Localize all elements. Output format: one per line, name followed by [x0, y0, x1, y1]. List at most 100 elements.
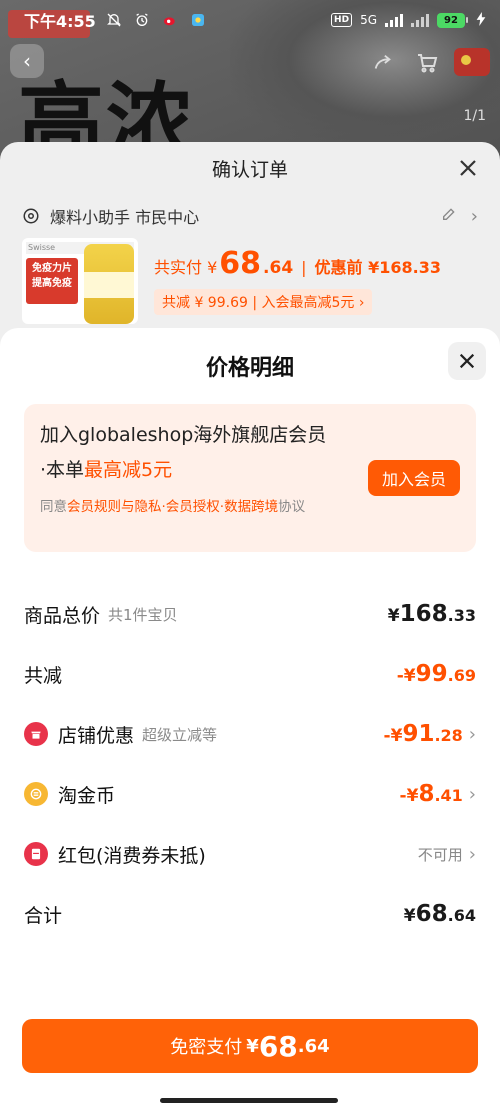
- value-currency: -¥: [399, 786, 419, 806]
- share-icon[interactable]: [368, 48, 398, 78]
- pay-dec: .64: [297, 1035, 330, 1057]
- value-int: 8: [418, 781, 435, 807]
- battery-level: 92: [437, 12, 465, 28]
- chevron-right-icon: ›: [468, 723, 476, 745]
- join-member-button[interactable]: 加入会员: [368, 460, 460, 496]
- member-promo-card: 加入globaleshop海外旗舰店会员 ·本单最高减5元 加入会员 同意会员规…: [24, 404, 476, 552]
- order-price-prefix: 共实付 ¥: [154, 258, 218, 277]
- product-bottle-label: [84, 272, 134, 298]
- edit-icon[interactable]: [441, 206, 457, 226]
- pay-button[interactable]: 免密支付 ¥ 68 .64: [22, 1019, 478, 1073]
- order-header: 确认订单: [0, 142, 500, 194]
- row-sublabel: 共1件宝贝: [108, 605, 178, 624]
- row-shop-discount[interactable]: 店铺优惠 超级立减等 -¥ 91.28 ›: [0, 704, 500, 764]
- value-dec: .28: [434, 726, 463, 745]
- order-price-line: 共实付 ¥ 68 .64 | 优惠前 ¥168.33: [154, 246, 441, 281]
- address-row[interactable]: 爆料小助手 市民中心 ›: [0, 194, 500, 238]
- order-price-dec: .64: [263, 258, 294, 278]
- row-sum: 合计 ¥68.64: [0, 884, 500, 944]
- row-label: 红包(消费券未抵): [58, 844, 206, 867]
- order-saving-tag[interactable]: 共减 ¥ 99.69 | 入会最高减5元 ›: [154, 289, 373, 315]
- price-rows: 商品总价 共1件宝贝 ¥168.33 共减 -¥ 99.69 店铺优惠 超级立减等…: [0, 584, 500, 944]
- value-dec: .69: [447, 666, 476, 685]
- status-notification-icons: [104, 10, 208, 30]
- value-currency: -¥: [396, 666, 416, 686]
- member-promo-prefix: ·本单: [40, 459, 85, 481]
- agreement-suffix: 协议: [278, 499, 306, 515]
- detail-close-button[interactable]: [448, 342, 486, 380]
- battery-icon: 92: [437, 12, 468, 28]
- row-value: ¥68.64: [404, 901, 476, 927]
- row-label: 淘金币: [58, 784, 116, 807]
- status-time: 下午4:55: [24, 12, 96, 31]
- pay-int: 68: [258, 1029, 298, 1063]
- value-int: 168: [399, 601, 448, 627]
- row-red-packet[interactable]: 红包(消费券未抵) 不可用 ›: [0, 824, 500, 884]
- alarm-icon: [132, 10, 152, 30]
- agreement-prefix: 同意: [40, 499, 67, 515]
- coin-icon: [24, 782, 48, 806]
- address-text: 爆料小助手 市民中心: [50, 208, 200, 227]
- red-packet-icon: [24, 842, 48, 866]
- row-label: 共减: [24, 664, 63, 687]
- row-value: -¥ 99.69: [397, 661, 476, 687]
- order-price-area: 共实付 ¥ 68 .64 | 优惠前 ¥168.33 共减 ¥ 99.69 | …: [154, 238, 441, 328]
- row-value: -¥ 91.28: [384, 721, 463, 747]
- back-button[interactable]: ‹: [10, 44, 44, 78]
- value-dec: .41: [434, 786, 463, 805]
- detail-title: 价格明细: [205, 356, 294, 381]
- mute-icon: [104, 10, 124, 30]
- product-thumbnail: Swisse 免疫力片 提高免疫: [22, 238, 138, 324]
- signal-icon: [385, 13, 403, 27]
- image-pager: 1/1: [463, 108, 486, 124]
- value-int: 91: [402, 721, 435, 747]
- value-int: 68: [415, 901, 448, 927]
- order-close-button[interactable]: [454, 154, 482, 182]
- agreement-links[interactable]: 会员规则与隐私·会员授权·数据跨境: [67, 499, 278, 515]
- value-currency: ¥: [387, 606, 400, 626]
- row-total-price: 商品总价 共1件宝贝 ¥168.33: [0, 584, 500, 644]
- pay-label: 免密支付: [170, 1037, 243, 1058]
- row-value: ¥168.33: [388, 601, 476, 627]
- close-icon: [460, 160, 476, 176]
- member-agreement: 同意会员规则与隐私·会员授权·数据跨境协议: [40, 496, 358, 518]
- hd-icon: HD: [331, 13, 353, 27]
- close-icon: [459, 353, 475, 369]
- member-promo-highlight: 最高减5元: [84, 459, 173, 481]
- status-bar: 下午4:55 HD 5G 92: [0, 0, 500, 40]
- charging-icon: [476, 11, 486, 29]
- order-price-divider: |: [301, 258, 307, 277]
- order-price-int: 68: [219, 246, 262, 281]
- row-value: -¥ 8.41: [400, 781, 463, 807]
- order-product: Swisse 免疫力片 提高免疫 共实付 ¥ 68 .64 | 优惠前 ¥168…: [0, 238, 500, 328]
- weibo-icon: [160, 10, 180, 30]
- row-total-reduce: 共减 -¥ 99.69: [0, 644, 500, 704]
- shop-icon: [24, 722, 48, 746]
- product-thumb-promo: 免疫力片 提高免疫: [26, 258, 78, 304]
- value-dec: .33: [447, 606, 476, 625]
- value-currency: ¥: [403, 906, 416, 926]
- row-label: 商品总价: [24, 604, 101, 627]
- order-price-before: 优惠前 ¥168.33: [314, 258, 441, 277]
- row-value: 不可用: [417, 845, 463, 864]
- network-label: 5G: [360, 13, 377, 27]
- chevron-right-icon: ›: [468, 843, 476, 865]
- order-title: 确认订单: [211, 158, 288, 181]
- wifi-signal-icon: [411, 13, 429, 27]
- pay-currency: ¥: [246, 1035, 259, 1057]
- value-dec: .64: [447, 906, 476, 925]
- price-detail-sheet: 价格明细 加入globaleshop海外旗舰店会员 ·本单最高减5元 加入会员 …: [0, 328, 500, 1111]
- row-taojinbi[interactable]: 淘金币 -¥ 8.41 ›: [0, 764, 500, 824]
- chevron-right-icon: ›: [468, 783, 476, 805]
- chevron-right-icon: ›: [470, 205, 478, 227]
- region-flag-icon[interactable]: [454, 48, 490, 76]
- row-label: 合计: [24, 904, 63, 927]
- cart-icon[interactable]: [412, 48, 442, 78]
- status-system-icons: HD 5G 92: [331, 11, 486, 29]
- home-indicator[interactable]: [160, 1098, 338, 1103]
- row-sublabel: 超级立减等: [142, 725, 218, 744]
- location-pin-icon: [23, 208, 39, 224]
- detail-header: 价格明细: [0, 328, 500, 404]
- app-icon: [188, 10, 208, 30]
- value-int: 99: [415, 661, 448, 687]
